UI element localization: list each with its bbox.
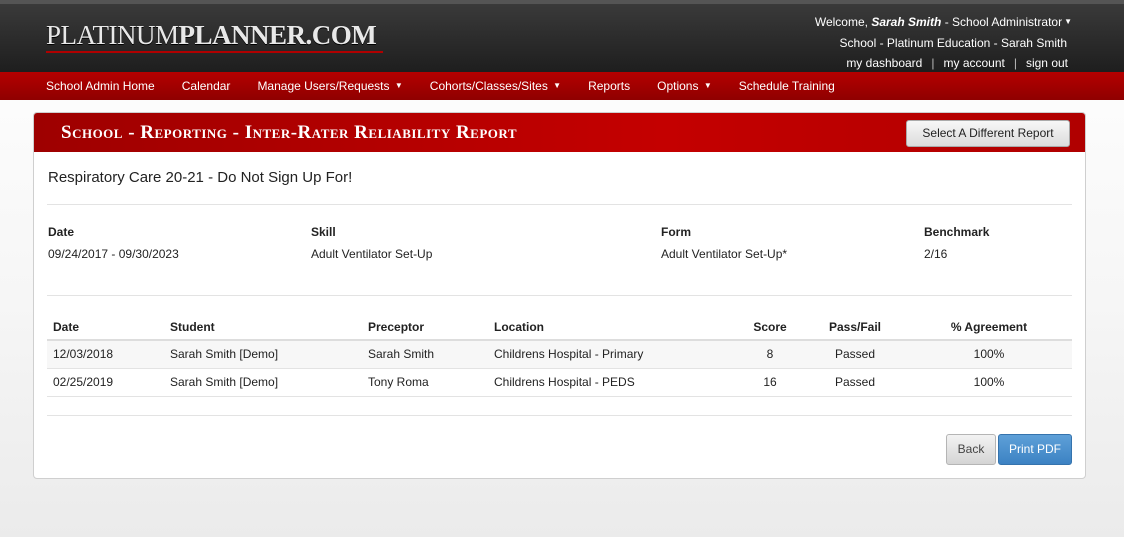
nav-options[interactable]: Options ▼ — [657, 79, 712, 93]
form-value: Adult Ventilator Set-Up* — [661, 247, 788, 261]
cell-score: 16 — [736, 368, 804, 397]
nav-label: Calendar — [181, 79, 231, 93]
site-logo[interactable]: PLATINUMPLANNER.COM — [46, 20, 377, 51]
my-account-link[interactable]: my account — [943, 56, 1004, 70]
logo-text-part2: PLANNER.COM — [178, 20, 377, 50]
cell-agreement: 100% — [906, 368, 1072, 397]
nav-reports[interactable]: Reports — [588, 79, 630, 93]
print-pdf-button[interactable]: Print PDF — [998, 434, 1072, 465]
cell-preceptor: Sarah Smith — [362, 340, 488, 369]
logo-underline — [46, 51, 383, 53]
user-role: - School Administrator — [944, 15, 1063, 29]
logo-text-part1: PLATINUM — [46, 20, 179, 50]
date-label: Date — [48, 225, 75, 239]
divider — [47, 415, 1072, 416]
user-menu[interactable]: Welcome, Sarah Smith - School Administra… — [815, 15, 1072, 29]
cell-pass-fail: Passed — [804, 340, 906, 369]
col-header-location: Location — [488, 315, 736, 341]
cell-location: Childrens Hospital - Primary — [488, 340, 736, 369]
table-row: 12/03/2018 Sarah Smith [Demo] Sarah Smit… — [47, 340, 1072, 369]
nav-label: Schedule Training — [738, 79, 835, 93]
table-row: 02/25/2019 Sarah Smith [Demo] Tony Roma … — [47, 368, 1072, 397]
nav-cohorts[interactable]: Cohorts/Classes/Sites ▼ — [430, 79, 561, 93]
page-title: School - Reporting - Inter-Rater Reliabi… — [61, 122, 518, 143]
user-name: Sarah Smith — [871, 15, 942, 29]
cell-date: 02/25/2019 — [47, 368, 164, 397]
link-separator: | — [1013, 56, 1017, 70]
skill-value: Adult Ventilator Set-Up — [311, 247, 433, 261]
select-different-report-button[interactable]: Select A Different Report — [906, 120, 1070, 147]
cell-score: 8 — [736, 340, 804, 369]
divider — [47, 204, 1072, 205]
nav-label: School Admin Home — [46, 79, 155, 93]
nav-label: Manage Users/Requests — [257, 79, 390, 93]
col-header-agreement: % Agreement — [906, 315, 1072, 341]
cell-student: Sarah Smith [Demo] — [164, 340, 362, 369]
col-header-preceptor: Preceptor — [362, 315, 488, 341]
panel-header: School - Reporting - Inter-Rater Reliabi… — [34, 113, 1085, 152]
nav-label: Options — [657, 79, 699, 93]
cell-agreement: 100% — [906, 340, 1072, 369]
nav-school-admin-home[interactable]: School Admin Home — [46, 79, 155, 93]
back-button[interactable]: Back — [946, 434, 996, 465]
table-header-row: Date Student Preceptor Location Score Pa… — [47, 315, 1072, 341]
account-links: my dashboard | my account | sign out — [846, 56, 1068, 70]
cell-date: 12/03/2018 — [47, 340, 164, 369]
col-header-student: Student — [164, 315, 362, 341]
benchmark-label: Benchmark — [924, 225, 990, 239]
nav-manage-users[interactable]: Manage Users/Requests ▼ — [257, 79, 402, 93]
caret-down-icon: ▼ — [1064, 17, 1072, 26]
form-label: Form — [661, 225, 691, 239]
sign-out-link[interactable]: sign out — [1026, 56, 1068, 70]
benchmark-value: 2/16 — [924, 247, 948, 261]
nav-label: Reports — [588, 79, 631, 93]
school-context: School - Platinum Education - Sarah Smit… — [839, 36, 1067, 50]
cell-preceptor: Tony Roma — [362, 368, 488, 397]
caret-down-icon: ▼ — [553, 81, 562, 90]
nav-label: Cohorts/Classes/Sites — [429, 79, 548, 93]
divider — [47, 295, 1072, 296]
course-name: Respiratory Care 20-21 - Do Not Sign Up … — [48, 169, 353, 186]
results-table: Date Student Preceptor Location Score Pa… — [47, 315, 1072, 397]
link-separator: | — [931, 56, 935, 70]
caret-down-icon: ▼ — [703, 81, 712, 90]
date-value: 09/24/2017 - 09/30/2023 — [48, 247, 179, 261]
report-panel: School - Reporting - Inter-Rater Reliabi… — [33, 112, 1086, 479]
caret-down-icon: ▼ — [394, 81, 403, 90]
col-header-score: Score — [736, 315, 804, 341]
main-nav: School Admin Home Calendar Manage Users/… — [0, 72, 1124, 100]
nav-schedule-training[interactable]: Schedule Training — [739, 79, 835, 93]
top-header: PLATINUMPLANNER.COM Welcome, Sarah Smith… — [0, 0, 1124, 72]
cell-student: Sarah Smith [Demo] — [164, 368, 362, 397]
welcome-prefix: Welcome, — [814, 15, 868, 29]
cell-location: Childrens Hospital - PEDS — [488, 368, 736, 397]
skill-label: Skill — [311, 225, 336, 239]
nav-calendar[interactable]: Calendar — [182, 79, 231, 93]
col-header-date: Date — [47, 315, 164, 341]
cell-pass-fail: Passed — [804, 368, 906, 397]
my-dashboard-link[interactable]: my dashboard — [846, 56, 922, 70]
col-header-pass-fail: Pass/Fail — [804, 315, 906, 341]
